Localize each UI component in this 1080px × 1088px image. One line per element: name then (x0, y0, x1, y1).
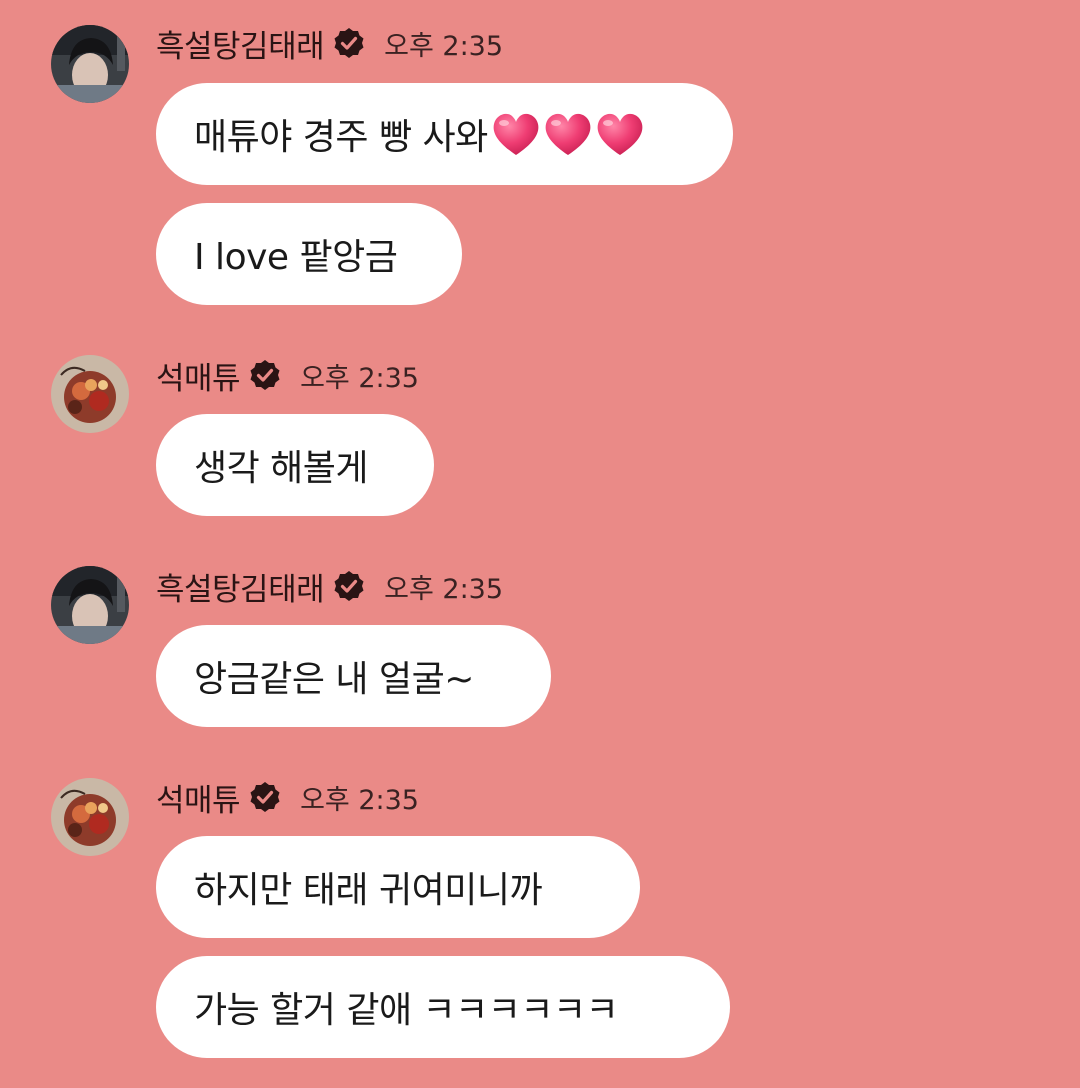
message-header: 흑설탕김태래 오후 2:35 (156, 21, 504, 66)
verified-badge-icon (248, 358, 282, 392)
message-bubble[interactable]: 매튜야 경주 빵 사와 (156, 83, 733, 185)
verified-badge-icon (248, 780, 282, 814)
message-time: 오후 2:35 (300, 784, 419, 816)
message-header: 석매튜 오후 2:35 (156, 353, 419, 398)
avatar[interactable] (51, 778, 129, 856)
avatar-taerae-image (51, 25, 129, 103)
avatar[interactable] (51, 355, 129, 433)
avatar-matthew-image (51, 778, 129, 856)
message-text: 앙금같은 내 얼굴~ (194, 659, 474, 700)
avatar[interactable] (51, 25, 129, 103)
red-heart-icon (542, 109, 594, 159)
message-header: 석매튜 오후 2:35 (156, 775, 419, 820)
message-time: 오후 2:35 (300, 362, 419, 394)
message-text: 매튜야 경주 빵 사와 (194, 117, 488, 158)
message-bubble[interactable]: 가능 할거 같애 ㅋㅋㅋㅋㅋㅋ (156, 956, 730, 1058)
sender-name[interactable]: 석매튜 (156, 353, 241, 398)
avatar-matthew-image (51, 355, 129, 433)
message-time: 오후 2:35 (384, 573, 504, 605)
message-text: 생각 해볼게 (194, 448, 369, 489)
message-text: I love 팥앙금 (194, 237, 398, 278)
message-bubble[interactable]: 생각 해볼게 (156, 414, 434, 516)
red-heart-icon (594, 109, 646, 159)
sender-name[interactable]: 석매튜 (156, 775, 241, 820)
verified-badge-icon (332, 26, 366, 60)
avatar[interactable] (51, 566, 129, 644)
avatar-taerae-image (51, 566, 129, 644)
message-bubble[interactable]: 하지만 태래 귀여미니까 (156, 836, 640, 938)
message-text: 가능 할거 같애 ㅋㅋㅋㅋㅋㅋ (194, 990, 619, 1031)
message-text: 하지만 태래 귀여미니까 (194, 870, 543, 911)
sender-name[interactable]: 흑설탕김태래 (156, 564, 325, 609)
verified-badge-icon (332, 569, 366, 603)
sender-name[interactable]: 흑설탕김태래 (156, 21, 325, 66)
emoji-group (490, 109, 646, 159)
message-bubble[interactable]: I love 팥앙금 (156, 203, 462, 305)
red-heart-icon (490, 109, 542, 159)
message-time: 오후 2:35 (384, 30, 504, 62)
message-bubble[interactable]: 앙금같은 내 얼굴~ (156, 625, 551, 727)
message-header: 흑설탕김태래 오후 2:35 (156, 564, 504, 609)
